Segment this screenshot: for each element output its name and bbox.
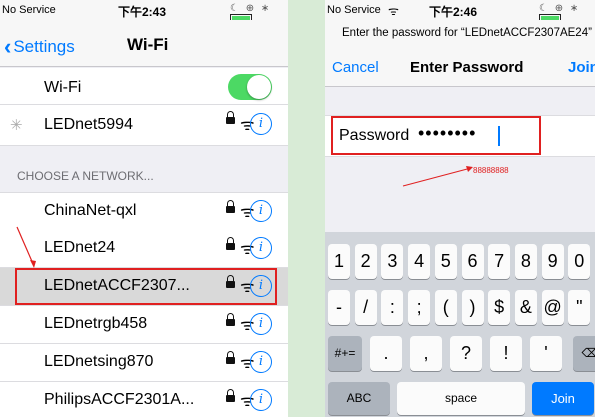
symbol-key[interactable]: ; xyxy=(408,290,431,325)
join-key[interactable]: Join xyxy=(532,382,594,415)
symbol-key[interactable]: $ xyxy=(488,290,511,325)
space-key[interactable]: space xyxy=(397,382,525,415)
symbol-key[interactable]: ) xyxy=(461,290,484,325)
key-2[interactable]: 3 xyxy=(381,244,404,279)
key-1[interactable]: 2 xyxy=(354,244,377,279)
key-8[interactable]: 9 xyxy=(541,244,564,279)
punctuation-key[interactable]: ' xyxy=(530,336,562,371)
symbol-key[interactable]: : xyxy=(381,290,404,325)
wifi-settings-screen: No Service 下午2:43 ☾ ⊕ ∗ ‹ Settings Wi-Fi … xyxy=(0,0,288,417)
symbol-key[interactable]: @ xyxy=(541,290,564,325)
key-6[interactable]: 7 xyxy=(488,244,511,279)
symbol-key[interactable]: ( xyxy=(434,290,457,325)
key-7[interactable]: 8 xyxy=(514,244,537,279)
keyboard: 1 2 3 4 5 6 7 8 9 0 - /:;() $ & @ " #+=.,?! ' ⌫ ABC space Joi… xyxy=(325,232,595,417)
symbol-key[interactable]: / xyxy=(354,290,377,325)
punctuation-key[interactable]: . xyxy=(370,336,402,371)
delete-key[interactable]: ⌫ xyxy=(573,336,595,371)
abc-key[interactable]: ABC xyxy=(328,382,390,415)
symbol-key[interactable]: - xyxy=(328,290,350,325)
symbol-key[interactable]: " xyxy=(568,290,591,325)
symbols-toggle-key[interactable]: #+= xyxy=(328,336,362,371)
key-9[interactable]: 0 xyxy=(568,244,591,279)
punctuation-key[interactable]: , xyxy=(410,336,442,371)
punctuation-key[interactable]: ! xyxy=(490,336,522,371)
key-4[interactable]: 5 xyxy=(434,244,457,279)
key-3[interactable]: 4 xyxy=(408,244,431,279)
key-5[interactable]: 6 xyxy=(461,244,484,279)
enter-password-screen: No Service ᯤ 下午2:46 ☾ ⊕ ∗ Enter the pass… xyxy=(325,0,595,417)
symbol-key[interactable]: & xyxy=(514,290,537,325)
annotation-arrow xyxy=(16,226,36,268)
punctuation-key[interactable]: ? xyxy=(450,336,482,371)
key-0[interactable]: 1 xyxy=(328,244,350,279)
